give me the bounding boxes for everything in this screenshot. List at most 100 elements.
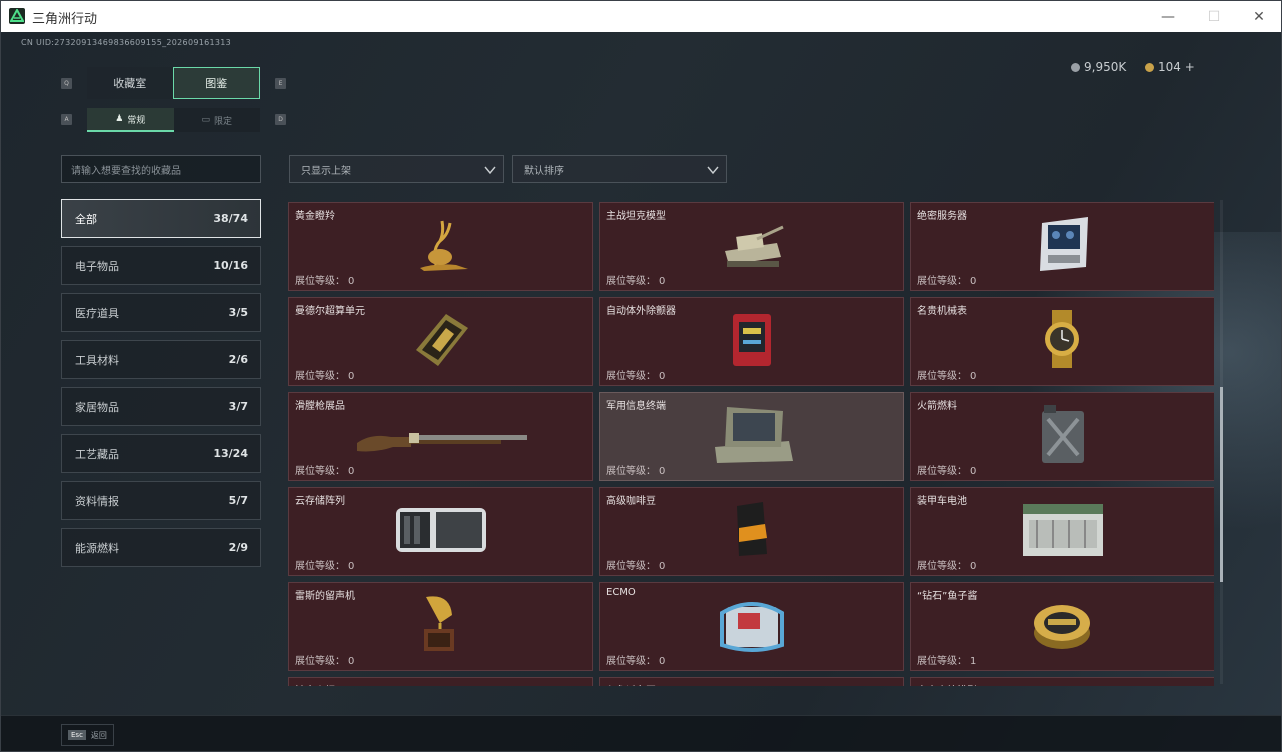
- collection-item-card[interactable]: 滑膛枪展品 展位等级： 0: [288, 392, 593, 481]
- maximize-button[interactable]: ☐: [1191, 1, 1237, 32]
- collection-item-card[interactable]: 曼德尔超算单元 展位等级： 0: [288, 297, 593, 386]
- level-value: 0: [659, 656, 666, 667]
- sub-tabs: ♟ 常规 ▭ 限定: [87, 108, 260, 132]
- collection-item-card[interactable]: 火箭燃料 展位等级： 0: [910, 392, 1214, 481]
- item-name: 绝密服务器: [917, 211, 967, 222]
- item-level: 展位等级： 0: [606, 652, 665, 667]
- level-value: 0: [659, 561, 666, 572]
- level-value: 0: [970, 276, 977, 287]
- main-tabs: 收藏室 图鉴: [87, 67, 260, 99]
- collection-item-card[interactable]: 主战坦克模型 展位等级： 0: [599, 202, 904, 291]
- item-name: 主战坦克模型: [606, 211, 666, 222]
- category-electronics[interactable]: 电子物品 10/16: [61, 246, 261, 285]
- collection-item-card[interactable]: 自动体外除颤器 展位等级： 0: [599, 297, 904, 386]
- level-value: 0: [659, 276, 666, 287]
- shelf-filter-select[interactable]: 只显示上架: [289, 155, 504, 183]
- level-label: 展位等级：: [917, 466, 967, 477]
- category-label: 资料情报: [75, 494, 119, 508]
- collection-item-card[interactable]: 装甲车电池 展位等级： 0: [910, 487, 1214, 576]
- subtab-regular-label: 常规: [127, 115, 146, 126]
- category-energy[interactable]: 能源燃料 2/9: [61, 528, 261, 567]
- item-name: 高级咖啡豆: [606, 496, 656, 507]
- item-name: 黄金瞪羚: [295, 211, 335, 222]
- tab-collection-room[interactable]: 收藏室: [87, 67, 173, 99]
- collection-item-card[interactable]: 突击步枪模型: [910, 677, 1214, 686]
- level-value: 0: [348, 276, 355, 287]
- collection-item-card[interactable]: 雷斯的留声机 展位等级： 0: [288, 582, 593, 671]
- category-intel[interactable]: 资料情报 5/7: [61, 481, 261, 520]
- collection-item-card[interactable]: 名贵机械表 展位等级： 0: [910, 297, 1214, 386]
- golden-gazelle-icon: [406, 213, 476, 279]
- compute-unit-icon: [406, 308, 476, 374]
- category-medical[interactable]: 医疗道具 3/5: [61, 293, 261, 332]
- category-crafts[interactable]: 工艺藏品 13/24: [61, 434, 261, 473]
- scrollbar-thumb[interactable]: [1220, 387, 1223, 582]
- storage-array-icon: [386, 498, 496, 564]
- level-value: 1: [970, 656, 977, 667]
- level-value: 0: [970, 466, 977, 477]
- item-level: 展位等级： 0: [295, 272, 354, 287]
- limited-icon: ▭: [201, 115, 210, 125]
- tank-model-icon: [717, 213, 787, 279]
- category-list: 全部 38/74 电子物品 10/16 医疗道具 3/5 工具材料 2/6 家居物品 3/…: [61, 199, 261, 575]
- key-hint-d: D: [275, 114, 286, 125]
- item-name: ECMO: [606, 587, 636, 598]
- coffee-bag-icon: [717, 498, 787, 564]
- collection-item-card[interactable]: 军用信息终端 展位等级： 0: [599, 392, 904, 481]
- level-value: 0: [970, 561, 977, 572]
- item-level: 展位等级： 0: [606, 462, 665, 477]
- gramophone-icon: [406, 593, 476, 659]
- tab-catalog[interactable]: 图鉴: [172, 67, 260, 99]
- level-label: 展位等级：: [606, 656, 656, 667]
- collection-item-card[interactable]: 绝密服务器展位等级： 0: [910, 202, 1214, 291]
- collection-item-card[interactable]: 镀金火炬: [288, 677, 593, 686]
- collection-item-card[interactable]: “钻石”鱼子酱 展位等级： 1: [910, 582, 1214, 671]
- close-button[interactable]: ✕: [1236, 1, 1281, 32]
- currency-gold[interactable]: 104 +: [1145, 60, 1195, 74]
- collection-item-card[interactable]: 黄金瞪羚展位等级： 0: [288, 202, 593, 291]
- collection-item-card[interactable]: 云存储阵列 展位等级： 0: [288, 487, 593, 576]
- level-value: 0: [659, 371, 666, 382]
- category-count: 38/74: [213, 212, 248, 225]
- currency-coins: 9,950K: [1071, 60, 1126, 74]
- gold-coin-icon: [1145, 62, 1154, 72]
- subtab-limited-label: 限定: [214, 116, 233, 127]
- item-level: 展位等级： 0: [606, 557, 665, 572]
- item-name: 军用信息终端: [606, 401, 666, 412]
- collection-item-card[interactable]: ECMO 展位等级： 0: [599, 582, 904, 671]
- category-count: 3/7: [228, 400, 248, 413]
- esc-key-icon: Esc: [68, 730, 86, 740]
- category-label: 全部: [75, 212, 97, 226]
- category-all[interactable]: 全部 38/74: [61, 199, 261, 238]
- item-level: 展位等级： 0: [295, 462, 354, 477]
- category-household[interactable]: 家居物品 3/7: [61, 387, 261, 426]
- minimize-button[interactable]: —: [1145, 1, 1191, 32]
- category-tools[interactable]: 工具材料 2/6: [61, 340, 261, 379]
- search-input[interactable]: 请输入想要查找的收藏品: [61, 155, 261, 183]
- collection-item-card[interactable]: 高级咖啡豆展位等级： 0: [599, 487, 904, 576]
- category-count: 10/16: [213, 259, 248, 272]
- category-label: 工艺藏品: [75, 447, 119, 461]
- sort-select[interactable]: 默认排序: [512, 155, 727, 183]
- regular-icon: ♟: [115, 114, 124, 124]
- item-name: 曼德尔超算单元: [295, 306, 365, 317]
- item-level: 展位等级： 1: [917, 652, 976, 667]
- battery-icon: [1013, 498, 1113, 564]
- collection-item-card[interactable]: 印象派名画: [599, 677, 904, 686]
- chevron-down-icon: [707, 166, 719, 175]
- level-value: 0: [659, 466, 666, 477]
- category-count: 2/6: [228, 353, 248, 366]
- item-level: 展位等级： 0: [917, 272, 976, 287]
- item-grid-viewport: 黄金瞪羚 展位等级： 0 主战坦克模型 展位等级： 0 绝密服务器 展位等级： 0 曼德尔超算单元…: [288, 202, 1214, 686]
- window-title: 三角洲行动: [32, 12, 98, 27]
- back-button[interactable]: Esc 返回: [61, 724, 114, 746]
- item-name: 印象派名画: [606, 682, 656, 686]
- level-label: 展位等级：: [917, 371, 967, 382]
- level-label: 展位等级：: [606, 466, 656, 477]
- app-window: 三角洲行动 — ☐ ✕ CN UID:2732091346983660915​5…: [0, 0, 1282, 752]
- item-level: 展位等级： 0: [295, 652, 354, 667]
- subtab-limited[interactable]: ▭ 限定: [173, 108, 260, 132]
- item-name: 突击步枪模型: [917, 682, 977, 686]
- subtab-regular[interactable]: ♟ 常规: [87, 108, 174, 132]
- item-level: 展位等级： 0: [606, 367, 665, 382]
